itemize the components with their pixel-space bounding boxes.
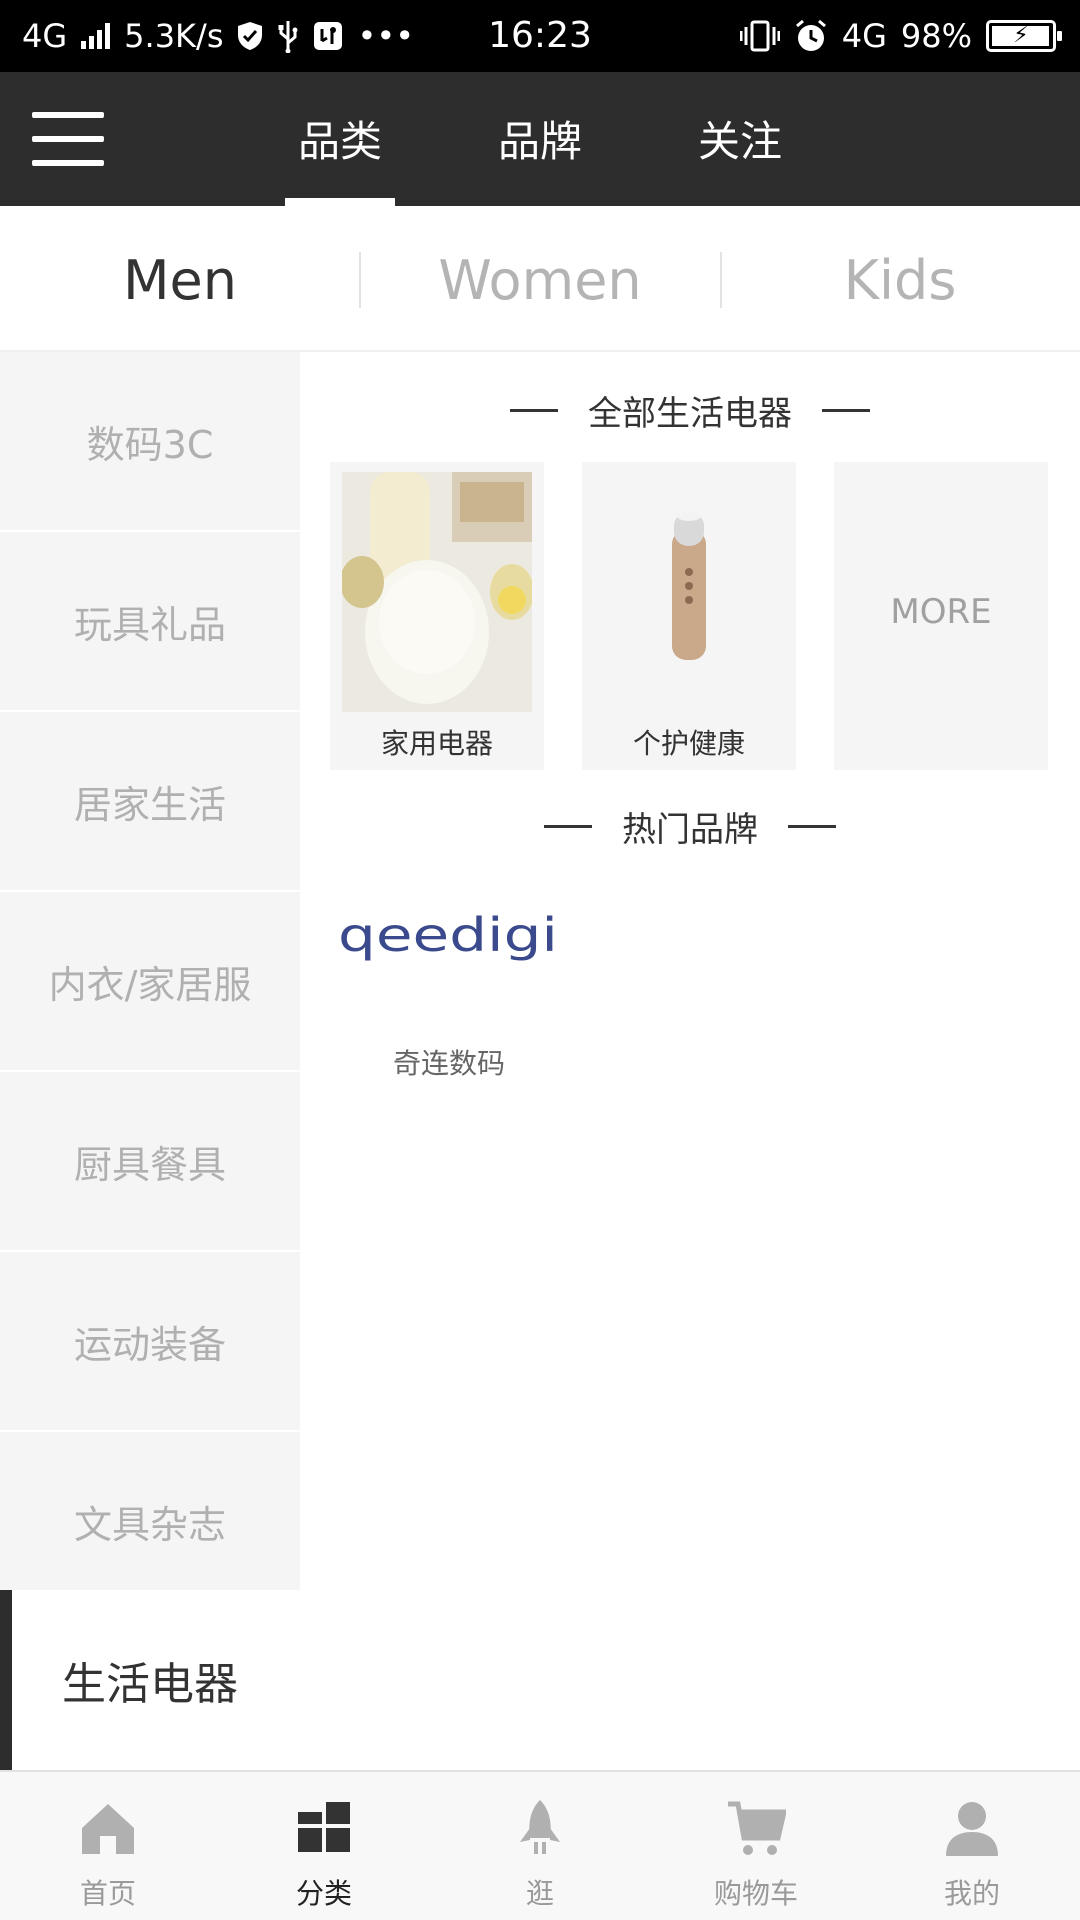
hamburger-menu-icon[interactable]: [32, 112, 104, 166]
sidebar-item-underwear[interactable]: 内衣/家居服: [0, 892, 300, 1072]
tab-follow-label: 关注: [697, 117, 782, 166]
sidebar-item-label: 玩具礼品: [73, 602, 226, 647]
sidebar-item-label: 厨具餐具: [73, 1142, 226, 1187]
brand-logo: qeedigi: [338, 908, 558, 962]
brand-name: 奇连数码: [392, 1047, 505, 1080]
vibrate-icon: [739, 20, 780, 52]
nav-home[interactable]: 首页: [0, 1772, 216, 1920]
category-icon: [298, 1802, 350, 1852]
bottom-nav: 首页 分类 逛 购物车 我的: [0, 1770, 1080, 1920]
category-content: 全部生活电器 家用电器 个护健康 MORE 热门品牌 qeedigi 奇连数码: [300, 352, 1080, 1770]
beauty-device-photo: [594, 472, 784, 712]
cart-icon: [728, 1801, 786, 1855]
tab-follow[interactable]: 关注: [685, 72, 795, 206]
active-tab-indicator: [285, 198, 395, 206]
app-root: 4G 5.3K/s ••• 16:23 4G 98% ⚡ 品类 品牌 关注 Me…: [0, 0, 1080, 1920]
charging-bolt-icon: ⚡: [1013, 23, 1029, 48]
gender-tab-kids[interactable]: Kids: [720, 206, 1080, 352]
active-item-indicator: [0, 1590, 12, 1770]
category-label: 家用电器: [380, 727, 493, 760]
title-dash: [510, 408, 558, 412]
battery-icon: ⚡: [986, 20, 1062, 52]
nav-label: 首页: [79, 1877, 136, 1910]
sidebar-item-toys[interactable]: 玩具礼品: [0, 532, 300, 712]
alarm-icon: [795, 19, 826, 51]
more-categories-card[interactable]: MORE: [834, 462, 1048, 770]
nav-label: 分类: [295, 1877, 352, 1910]
all-appliances-title: 全部生活电器: [588, 393, 792, 434]
tab-brand[interactable]: 品牌: [485, 72, 595, 206]
sidebar-item-label: 内衣/家居服: [48, 962, 252, 1007]
sidebar-item-label: 数码3C: [86, 422, 214, 467]
category-label: 个护健康: [632, 727, 745, 760]
sidebar-item-label: 运动装备: [73, 1322, 226, 1367]
home-icon: [82, 1804, 134, 1854]
title-dash: [822, 408, 870, 412]
svg-text:qeedigi: qeedigi: [338, 908, 558, 962]
battery-percent: 98%: [900, 17, 972, 55]
nav-mine[interactable]: 我的: [864, 1772, 1080, 1920]
user-icon: [946, 1802, 998, 1856]
status-bar: 4G 5.3K/s ••• 16:23 4G 98% ⚡: [0, 0, 1080, 72]
sidebar-item-digital[interactable]: 数码3C: [0, 352, 300, 532]
sidebar-item-label: 文具杂志: [73, 1502, 226, 1547]
network-type-right: 4G: [841, 17, 887, 55]
gender-tab-women[interactable]: Women: [360, 206, 720, 352]
nav-label: 购物车: [713, 1877, 798, 1910]
nav-cart[interactable]: 购物车: [648, 1772, 864, 1920]
sidebar-item-appliances[interactable]: 生活电器: [0, 1590, 300, 1770]
title-dash: [788, 824, 836, 828]
sidebar-item-kitchen[interactable]: 厨具餐具: [0, 1072, 300, 1252]
sidebar-item-sports[interactable]: 运动装备: [0, 1252, 300, 1432]
sidebar-item-home[interactable]: 居家生活: [0, 712, 300, 892]
top-nav: 品类 品牌 关注: [0, 72, 1080, 206]
nav-label: 我的: [943, 1877, 1000, 1910]
status-right: 4G 98% ⚡: [739, 14, 1062, 58]
nav-label: 逛: [525, 1877, 554, 1910]
sidebar-item-label: 居家生活: [73, 782, 226, 827]
nav-category[interactable]: 分类: [216, 1772, 432, 1920]
rocket-icon: [520, 1800, 560, 1854]
hot-brands-title: 热门品牌: [622, 809, 758, 850]
sidebar-item-stationery[interactable]: 文具杂志: [0, 1432, 300, 1612]
title-dash: [544, 824, 592, 828]
category-sidebar: 数码3C 玩具礼品 居家生活 内衣/家居服 厨具餐具 运动装备 文具杂志 生活电…: [0, 352, 300, 1770]
category-card-personal-care[interactable]: 个护健康: [582, 462, 796, 770]
hot-brands-heading: 热门品牌: [300, 796, 1080, 856]
nav-explore[interactable]: 逛: [432, 1772, 648, 1920]
all-appliances-heading: 全部生活电器: [300, 380, 1080, 440]
tab-category-label: 品类: [297, 117, 382, 166]
sidebar-item-label: 生活电器: [62, 1659, 238, 1710]
gender-tabs: Men Women Kids: [0, 206, 1080, 352]
tab-category[interactable]: 品类: [285, 72, 395, 206]
more-label: MORE: [890, 592, 992, 632]
tab-brand-label: 品牌: [497, 117, 582, 166]
category-card-home-appliances[interactable]: 家用电器: [330, 462, 544, 770]
gender-tab-men[interactable]: Men: [0, 206, 360, 352]
appliance-photo: [342, 472, 532, 712]
